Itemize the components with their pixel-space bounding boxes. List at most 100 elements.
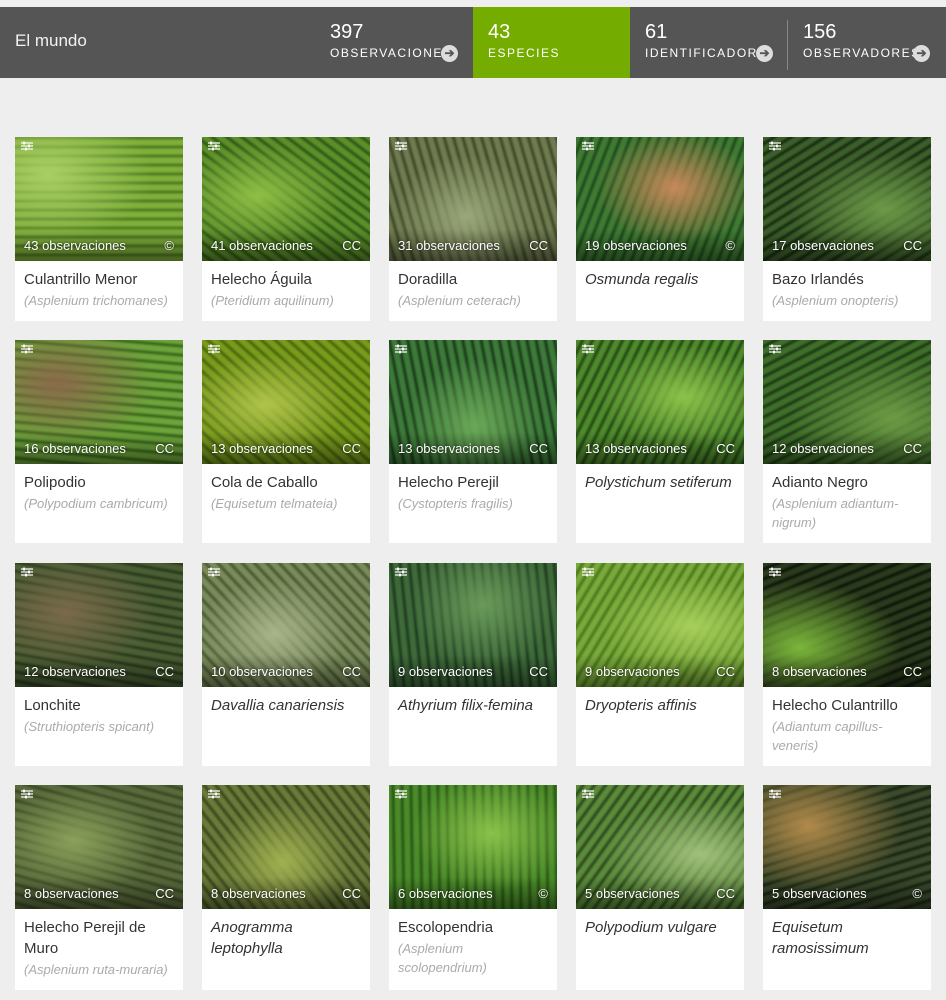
species-photo[interactable]: 13 observaciones CC — [202, 340, 370, 464]
species-photo[interactable]: 5 observaciones CC — [576, 785, 744, 909]
license-badge: CC — [716, 886, 735, 901]
species-photo[interactable]: 12 observaciones CC — [15, 563, 183, 687]
stat-identifiers-tab[interactable]: 61 IDENTIFICADORES ➔ — [630, 7, 787, 78]
sliders-icon[interactable] — [208, 344, 220, 354]
species-name[interactable]: Cola de Caballo — [211, 472, 361, 493]
license-badge: CC — [903, 441, 922, 456]
species-photo[interactable]: 8 observaciones CC — [202, 785, 370, 909]
species-name[interactable]: Escolopendria — [398, 917, 548, 938]
species-caption: Cola de Caballo (Equisetum telmateia) — [202, 464, 370, 523]
stat-species-tab[interactable]: 43 ESPECIES — [473, 7, 630, 78]
sliders-icon[interactable] — [395, 344, 407, 354]
sliders-icon[interactable] — [208, 789, 220, 799]
species-photo[interactable]: 17 observaciones CC — [763, 137, 931, 261]
species-name[interactable]: Polypodium vulgare — [585, 917, 735, 938]
species-caption: Lonchite (Struthiopteris spicant) — [15, 687, 183, 746]
sliders-icon[interactable] — [769, 141, 781, 151]
species-name[interactable]: Helecho Perejil — [398, 472, 548, 493]
sliders-icon[interactable] — [21, 567, 33, 577]
species-card[interactable]: 8 observaciones CC Anogramma leptophylla — [202, 785, 370, 990]
species-photo[interactable]: 41 observaciones CC — [202, 137, 370, 261]
species-photo[interactable]: 8 observaciones CC — [15, 785, 183, 909]
species-card[interactable]: 41 observaciones CC Helecho Águila (Pter… — [202, 137, 370, 321]
sliders-icon[interactable] — [582, 567, 594, 577]
sliders-icon[interactable] — [769, 344, 781, 354]
species-name[interactable]: Polipodio — [24, 472, 174, 493]
license-badge: CC — [529, 441, 548, 456]
license-badge: © — [912, 886, 922, 901]
arrow-right-icon: ➔ — [441, 45, 458, 62]
species-card[interactable]: 5 observaciones © Equisetum ramosissimum — [763, 785, 931, 990]
species-photo[interactable]: 13 observaciones CC — [389, 340, 557, 464]
species-name[interactable]: Polystichum setiferum — [585, 472, 735, 493]
species-card[interactable]: 13 observaciones CC Cola de Caballo (Equ… — [202, 340, 370, 543]
species-photo[interactable]: 16 observaciones CC — [15, 340, 183, 464]
species-card[interactable]: 12 observaciones CC Adianto Negro (Asple… — [763, 340, 931, 543]
sliders-icon[interactable] — [21, 344, 33, 354]
species-photo[interactable]: 12 observaciones CC — [763, 340, 931, 464]
species-photo[interactable]: 31 observaciones CC — [389, 137, 557, 261]
sliders-icon[interactable] — [582, 344, 594, 354]
species-photo[interactable]: 8 observaciones CC — [763, 563, 931, 687]
species-name[interactable]: Lonchite — [24, 695, 174, 716]
species-name[interactable]: Dryopteris affinis — [585, 695, 735, 716]
stat-observations-tab[interactable]: 397 OBSERVACIONES ➔ — [315, 7, 472, 78]
stat-count: 156 — [803, 21, 837, 43]
species-card[interactable]: 6 observaciones © Escolopendria (Aspleni… — [389, 785, 557, 990]
species-card[interactable]: 43 observaciones © Culantrillo Menor (As… — [15, 137, 183, 321]
species-photo[interactable]: 19 observaciones © — [576, 137, 744, 261]
species-card[interactable]: 8 observaciones CC Helecho Perejil de Mu… — [15, 785, 183, 990]
species-name[interactable]: Adianto Negro — [772, 472, 922, 493]
sliders-icon[interactable] — [395, 141, 407, 151]
sliders-icon[interactable] — [208, 567, 220, 577]
species-card[interactable]: 12 observaciones CC Lonchite (Struthiopt… — [15, 563, 183, 766]
license-badge: CC — [529, 664, 548, 679]
species-photo[interactable]: 43 observaciones © — [15, 137, 183, 261]
species-card[interactable]: 19 observaciones © Osmunda regalis — [576, 137, 744, 321]
sliders-icon[interactable] — [208, 141, 220, 151]
observation-count: 13 observaciones — [398, 441, 500, 456]
species-name[interactable]: Culantrillo Menor — [24, 269, 174, 290]
species-name[interactable]: Doradilla — [398, 269, 548, 290]
species-photo[interactable]: 13 observaciones CC — [576, 340, 744, 464]
species-name[interactable]: Athyrium filix-femina — [398, 695, 548, 716]
species-name[interactable]: Osmunda regalis — [585, 269, 735, 290]
sliders-icon[interactable] — [769, 789, 781, 799]
observation-count: 12 observaciones — [24, 664, 126, 679]
stat-count: 61 — [645, 21, 668, 43]
species-photo[interactable]: 9 observaciones CC — [576, 563, 744, 687]
species-photo[interactable]: 6 observaciones © — [389, 785, 557, 909]
species-card[interactable]: 16 observaciones CC Polipodio (Polypodiu… — [15, 340, 183, 543]
species-photo[interactable]: 5 observaciones © — [763, 785, 931, 909]
stat-label: OBSERVADORES — [803, 46, 921, 60]
species-card[interactable]: 9 observaciones CC Athyrium filix-femina — [389, 563, 557, 766]
sliders-icon[interactable] — [395, 567, 407, 577]
sliders-icon[interactable] — [21, 789, 33, 799]
species-card[interactable]: 13 observaciones CC Helecho Perejil (Cys… — [389, 340, 557, 543]
species-card[interactable]: 17 observaciones CC Bazo Irlandés (Asple… — [763, 137, 931, 321]
species-card[interactable]: 10 observaciones CC Davallia canariensis — [202, 563, 370, 766]
sliders-icon[interactable] — [769, 567, 781, 577]
species-photo[interactable]: 9 observaciones CC — [389, 563, 557, 687]
species-name[interactable]: Helecho Perejil de Muro — [24, 917, 174, 959]
scientific-name: (Adiantum capillus-veneris) — [772, 719, 883, 753]
species-name[interactable]: Bazo Irlandés — [772, 269, 922, 290]
species-name[interactable]: Anogramma leptophylla — [211, 917, 361, 959]
sliders-icon[interactable] — [21, 141, 33, 151]
species-name[interactable]: Helecho Culantrillo — [772, 695, 922, 716]
observation-count: 5 observaciones — [772, 886, 867, 901]
stat-observers-tab[interactable]: 156 OBSERVADORES ➔ — [788, 7, 945, 78]
species-card[interactable]: 13 observaciones CC Polystichum setiferu… — [576, 340, 744, 543]
species-card[interactable]: 8 observaciones CC Helecho Culantrillo (… — [763, 563, 931, 766]
species-card[interactable]: 5 observaciones CC Polypodium vulgare — [576, 785, 744, 990]
species-card[interactable]: 9 observaciones CC Dryopteris affinis — [576, 563, 744, 766]
species-name[interactable]: Davallia canariensis — [211, 695, 361, 716]
species-name[interactable]: Helecho Águila — [211, 269, 361, 290]
sliders-icon[interactable] — [395, 789, 407, 799]
sliders-icon[interactable] — [582, 141, 594, 151]
observation-count: 41 observaciones — [211, 238, 313, 253]
species-photo[interactable]: 10 observaciones CC — [202, 563, 370, 687]
species-card[interactable]: 31 observaciones CC Doradilla (Asplenium… — [389, 137, 557, 321]
species-name[interactable]: Equisetum ramosissimum — [772, 917, 922, 959]
sliders-icon[interactable] — [582, 789, 594, 799]
